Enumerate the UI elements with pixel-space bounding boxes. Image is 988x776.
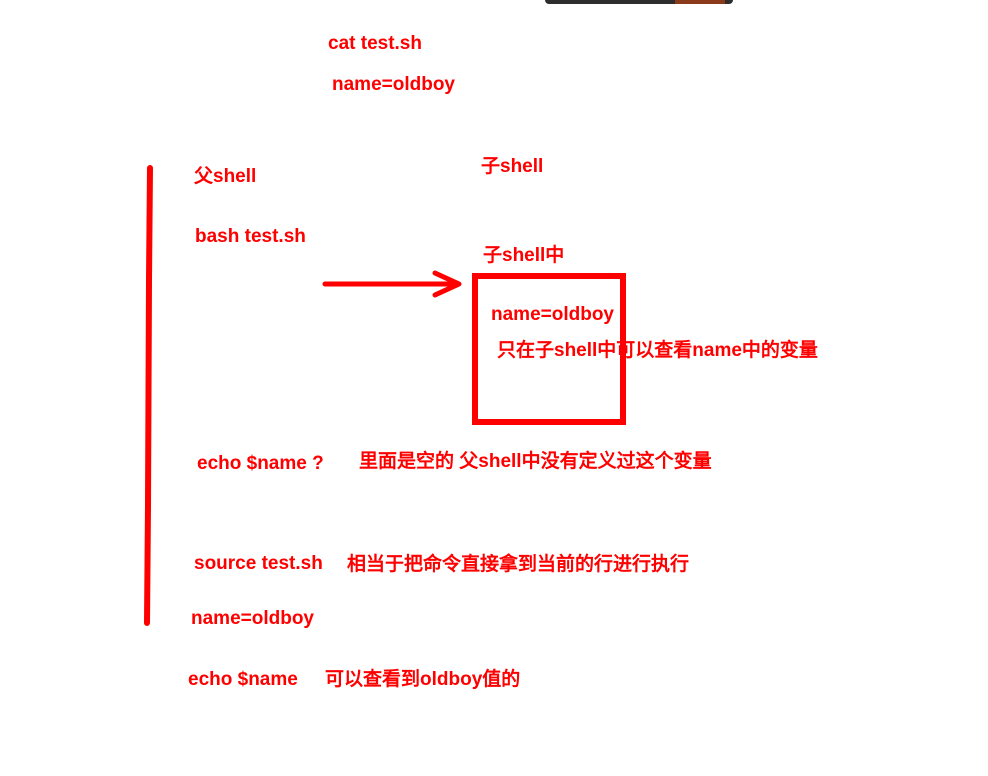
annotation-drawing-layer — [144, 165, 626, 626]
echo-result-note: 可以查看到oldboy值的 — [325, 669, 521, 690]
echo-command-note: echo $name — [188, 669, 298, 690]
source-command-note: source test.sh — [194, 553, 323, 574]
child-shell-label: 子shell — [481, 156, 544, 177]
name-assign-box-note: name=oldboy — [491, 304, 614, 325]
whiteboard-canvas: cat test.sh name=oldboy 父shell bash test… — [0, 0, 988, 776]
in-child-shell-label: 子shell中 — [483, 245, 565, 266]
name-assign-bottom-note: name=oldboy — [191, 608, 314, 629]
parent-shell-label: 父shell — [194, 166, 257, 187]
echo-query-note: echo $name ? — [197, 453, 324, 474]
parent-shell-bracket-line — [144, 165, 153, 626]
name-assign-top-note: name=oldboy — [332, 74, 455, 95]
echo-empty-explanation: 里面是空的 父shell中没有定义过这个变量 — [359, 451, 712, 472]
source-explanation: 相当于把命令直接拿到当前的行进行执行 — [347, 554, 690, 575]
bash-command-note: bash test.sh — [195, 226, 306, 247]
cat-command-note: cat test.sh — [328, 33, 422, 54]
child-only-visible-note: 只在子shell中可以查看name中的变量 — [497, 340, 818, 361]
